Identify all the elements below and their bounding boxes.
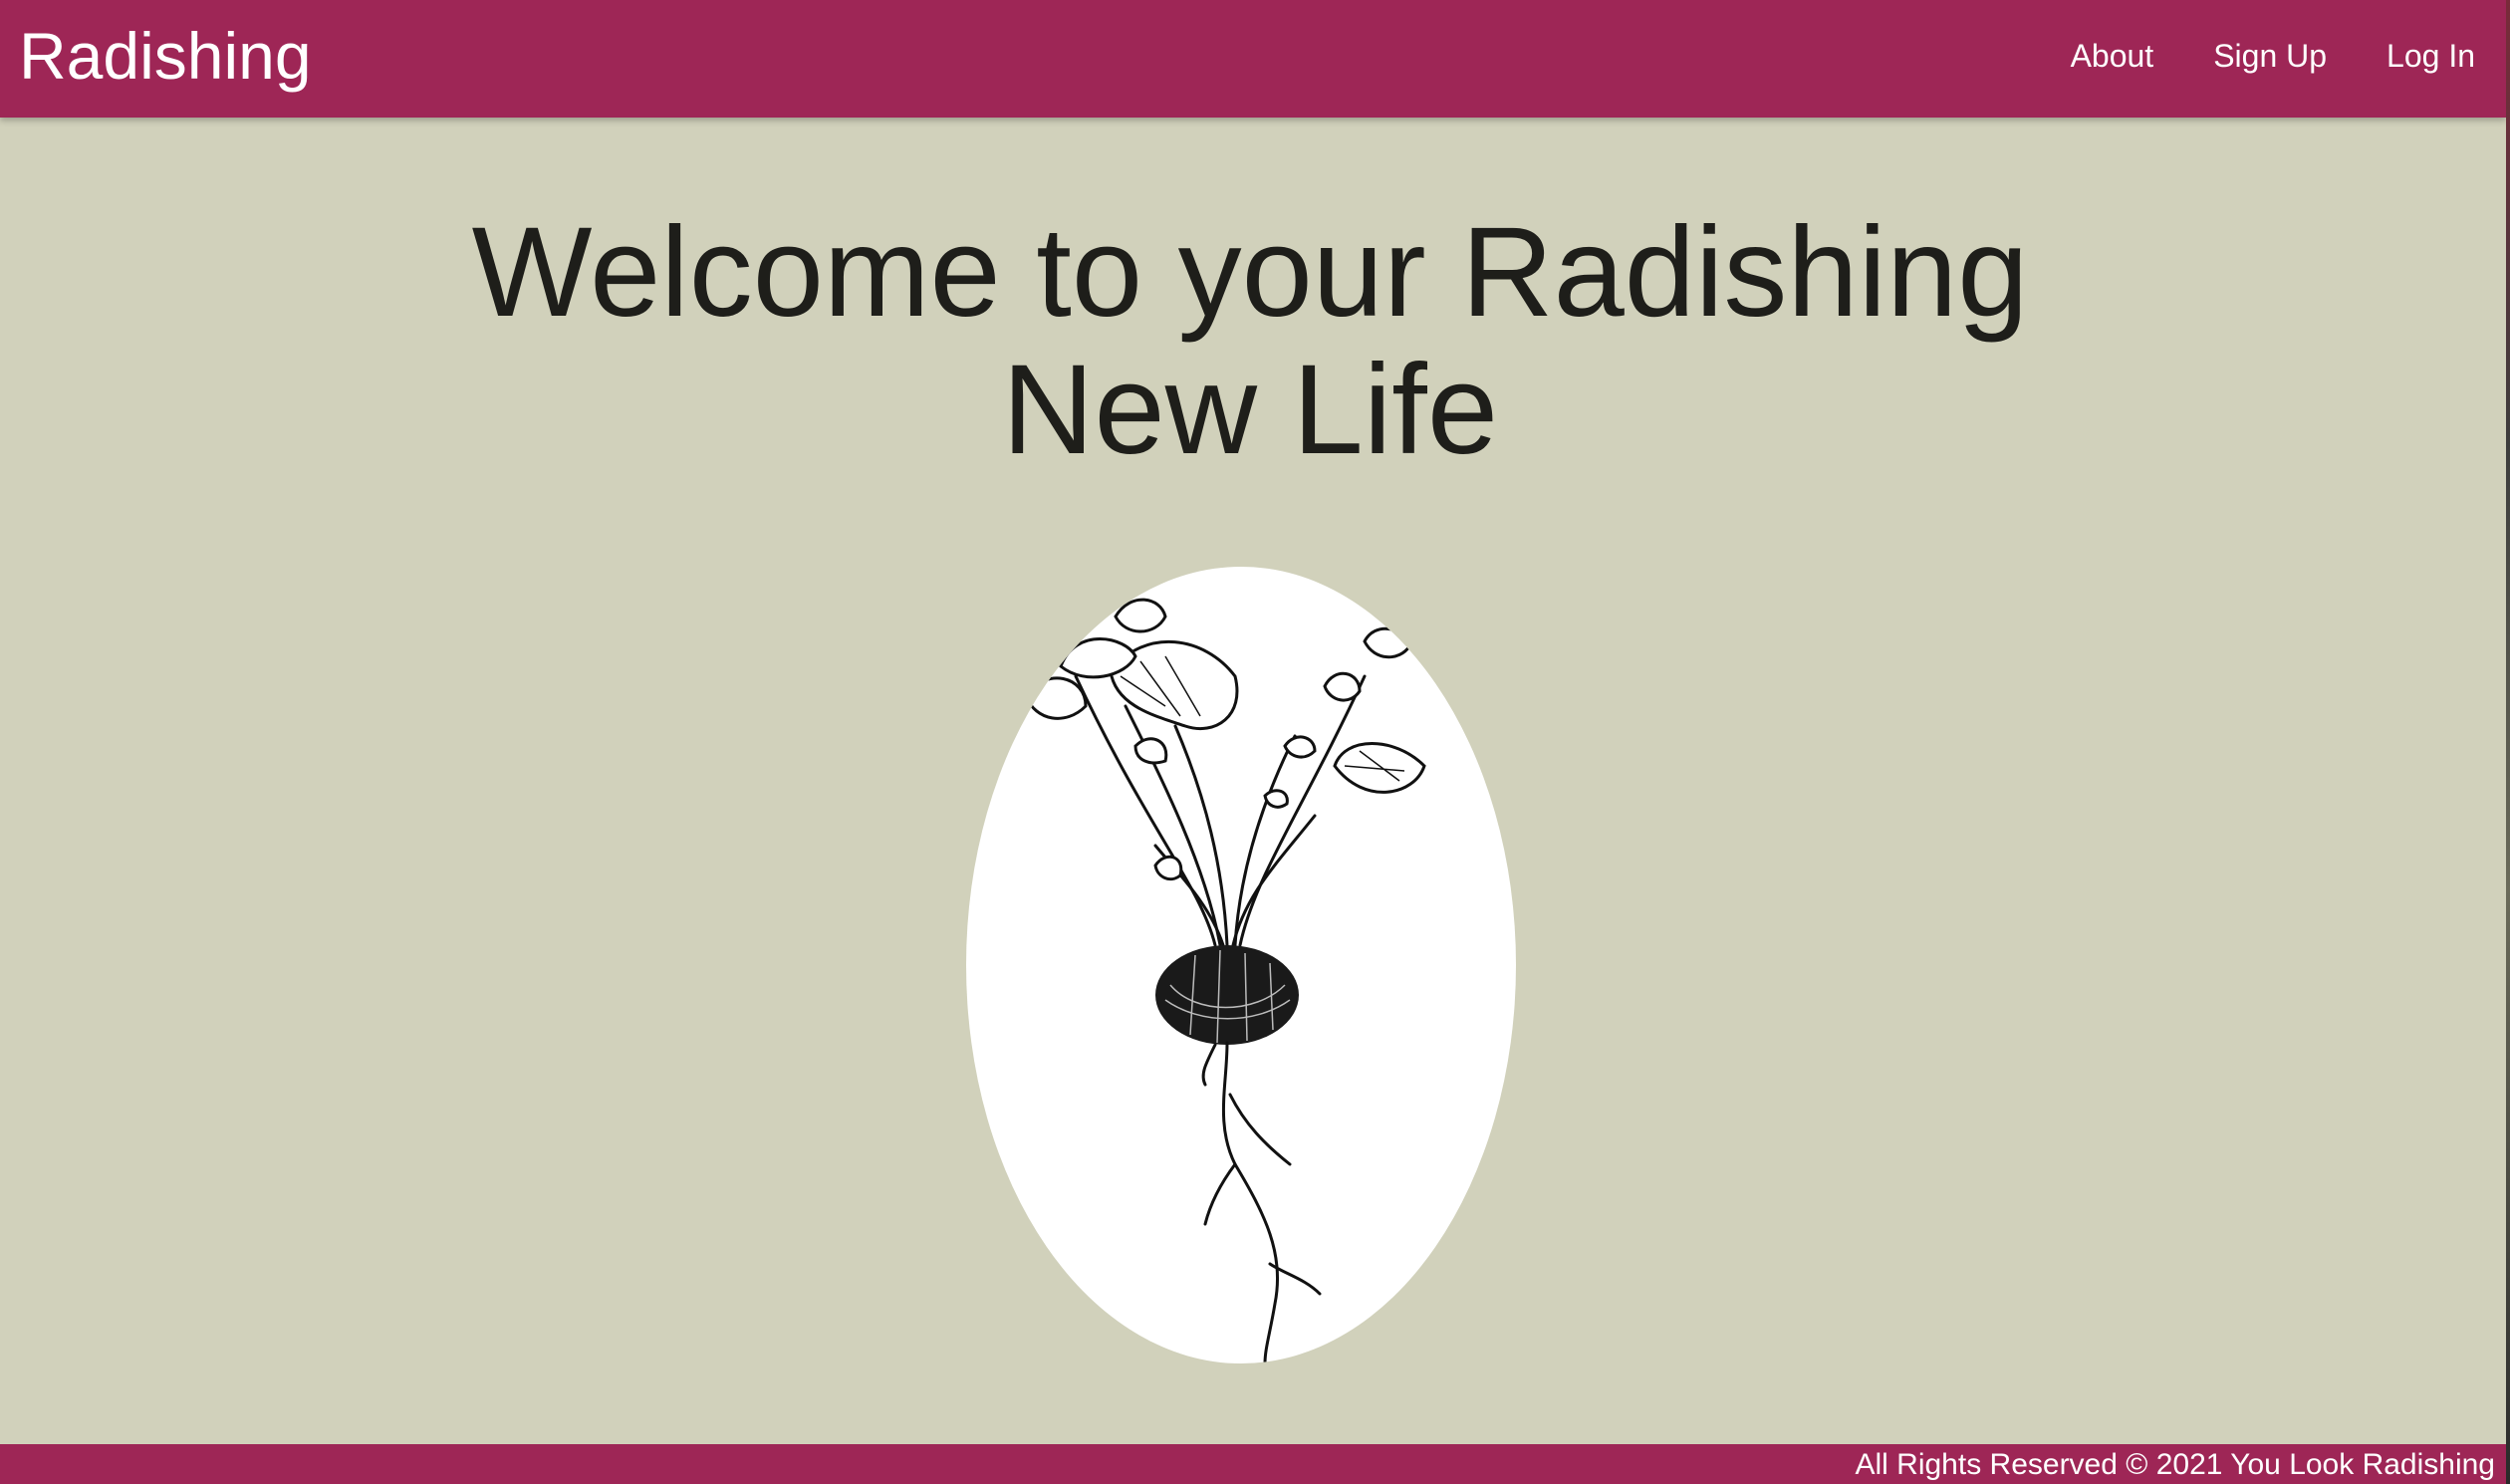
nav-links: About Sign Up Log In (2071, 32, 2475, 80)
window-edge-strip (2506, 0, 2510, 1484)
nav-signup-link[interactable]: Sign Up (2213, 32, 2327, 80)
navbar: Radishing About Sign Up Log In (0, 0, 2506, 118)
radish-image-frame (966, 567, 1516, 1363)
nav-about-link[interactable]: About (2071, 32, 2154, 80)
footer: All Rights Reserved © 2021 You Look Radi… (0, 1444, 2506, 1484)
brand-logo-link[interactable]: Radishing (19, 16, 312, 96)
radish-illustration-icon (1024, 598, 1426, 1363)
footer-copyright: All Rights Reserved © 2021 You Look Radi… (1855, 1448, 2495, 1481)
nav-login-link[interactable]: Log In (2386, 32, 2475, 80)
hero-title: Welcome to your Radishing New Life (471, 201, 2029, 481)
